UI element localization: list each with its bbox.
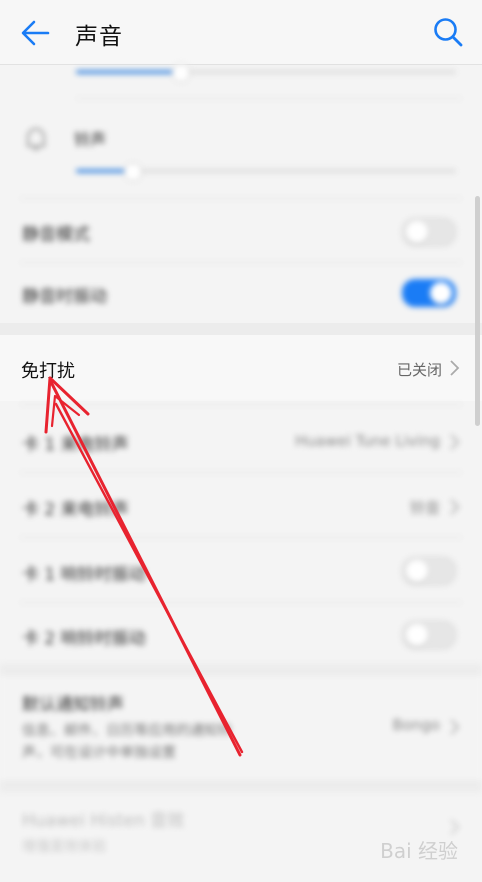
sim2-ringtone-value: 铃音	[409, 499, 440, 517]
silent-mode-toggle[interactable]	[402, 218, 456, 246]
default-notification-desc-2: 声，可在设计中单独设置	[22, 745, 176, 761]
do-not-disturb-row[interactable]: 免打扰 已关闭	[0, 335, 482, 401]
vibrate-silent-label: 静音时振动	[22, 287, 107, 307]
sim2-vibrate-row[interactable]: 卡 2 响铃时振动	[0, 604, 482, 666]
default-notification-row[interactable]: 默认通知铃声 信息、邮件、日历等应用的通知铃 声，可在设计中单独设置 Bongo	[0, 676, 482, 780]
sim1-ringtone-value: Huawei Tune Living	[295, 432, 440, 450]
search-icon[interactable]	[432, 16, 464, 48]
section-gap	[0, 323, 482, 335]
vibrate-silent-row[interactable]: 静音时振动	[0, 262, 482, 324]
chevron-right-icon	[450, 360, 460, 376]
sim2-vibrate-toggle[interactable]	[402, 621, 456, 649]
vibrate-silent-toggle[interactable]	[402, 279, 456, 307]
chevron-right-icon	[450, 434, 460, 450]
sim1-vibrate-label: 卡 1 响铃时振动	[22, 565, 146, 585]
sim2-ringtone-label: 卡 2 来电铃声	[22, 500, 129, 520]
do-not-disturb-label: 免打扰	[21, 361, 75, 382]
do-not-disturb-status: 已关闭	[396, 361, 442, 379]
scrollbar[interactable]	[475, 196, 480, 426]
silent-mode-row[interactable]: 静音模式	[0, 200, 482, 262]
chevron-right-icon	[450, 819, 460, 835]
chevron-right-icon	[450, 719, 460, 735]
histen-description: 增强音效体验	[22, 839, 106, 855]
sim1-vibrate-row[interactable]: 卡 1 响铃时振动	[0, 540, 482, 602]
sim1-ringtone-label: 卡 1 来电铃声	[22, 435, 129, 455]
arrow-left-icon[interactable]	[18, 16, 52, 50]
sim1-vibrate-toggle[interactable]	[402, 557, 456, 585]
bell-icon	[27, 128, 45, 150]
default-notification-label: 默认通知铃声	[22, 695, 124, 715]
ringtone-volume-row[interactable]: 铃声	[0, 110, 482, 190]
histen-label: Huawei Histen 音效	[22, 811, 185, 831]
default-notification-desc-1: 信息、邮件、日历等应用的通知铃	[22, 723, 232, 739]
sim2-vibrate-label: 卡 2 响铃时振动	[22, 629, 146, 649]
ringtone-volume-label: 铃声	[74, 130, 107, 149]
sim1-ringtone-row[interactable]: 卡 1 来电铃声 Huawei Tune Living	[0, 410, 482, 472]
page-title: 声音	[75, 24, 123, 50]
chevron-right-icon	[450, 499, 460, 515]
sim2-ringtone-row[interactable]: 卡 2 来电铃声 铃音	[0, 475, 482, 537]
silent-mode-label: 静音模式	[22, 225, 90, 245]
default-notification-value: Bongo	[392, 716, 440, 734]
app-header: 声音	[0, 0, 482, 65]
watermark: Bai 经验	[380, 839, 458, 863]
